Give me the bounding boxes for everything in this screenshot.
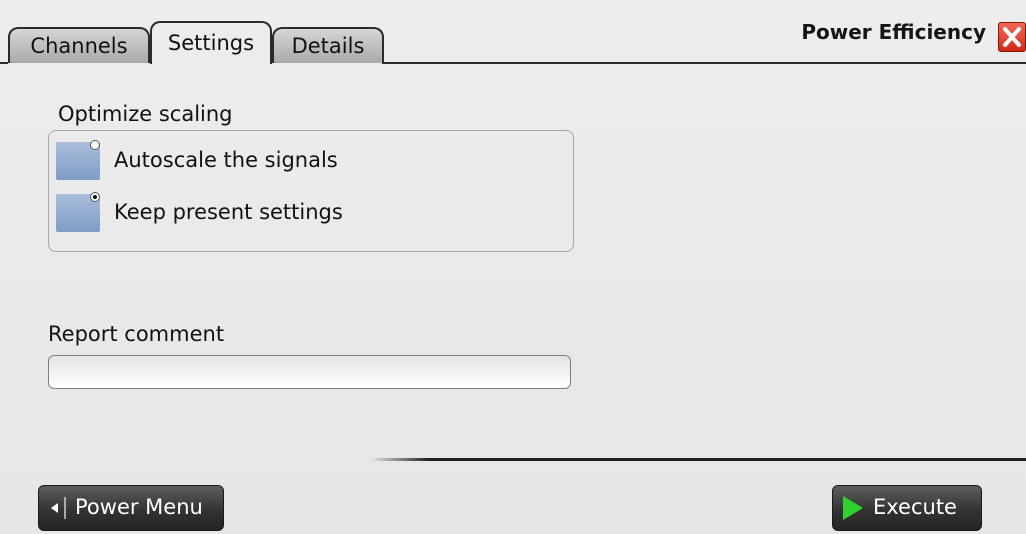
radio-button-keep-present[interactable] — [56, 192, 100, 232]
radio-button-autoscale[interactable] — [56, 140, 100, 180]
power-menu-button[interactable]: Power Menu — [38, 485, 224, 531]
radio-label-autoscale: Autoscale the signals — [114, 148, 338, 172]
tab-baseline — [382, 62, 1026, 64]
tab-settings[interactable]: Settings — [150, 21, 272, 64]
close-icon — [1003, 27, 1021, 47]
back-arrow-icon — [51, 497, 66, 519]
close-button[interactable] — [998, 22, 1026, 52]
radio-indicator-icon — [90, 140, 100, 150]
play-icon — [843, 496, 863, 520]
optimize-scaling-label: Optimize scaling — [58, 102, 233, 126]
panel-title: Power Efficiency — [801, 20, 986, 44]
report-comment-input[interactable] — [48, 355, 571, 389]
radio-label-keep-present: Keep present settings — [114, 200, 343, 224]
tab-baseline — [0, 62, 8, 64]
radio-keep-present[interactable]: Keep present settings — [56, 190, 556, 234]
radio-autoscale[interactable]: Autoscale the signals — [56, 138, 556, 182]
tab-channels[interactable]: Channels — [8, 27, 150, 63]
execute-button[interactable]: Execute — [832, 485, 982, 531]
tab-details[interactable]: Details — [272, 27, 384, 63]
report-comment-label: Report comment — [48, 322, 225, 346]
execute-label: Execute — [873, 495, 957, 519]
radio-indicator-selected-icon — [90, 192, 100, 202]
power-efficiency-panel: Channels Settings Details Power Efficien… — [0, 0, 1026, 534]
power-menu-label: Power Menu — [75, 495, 203, 519]
footer-divider — [370, 458, 1026, 461]
